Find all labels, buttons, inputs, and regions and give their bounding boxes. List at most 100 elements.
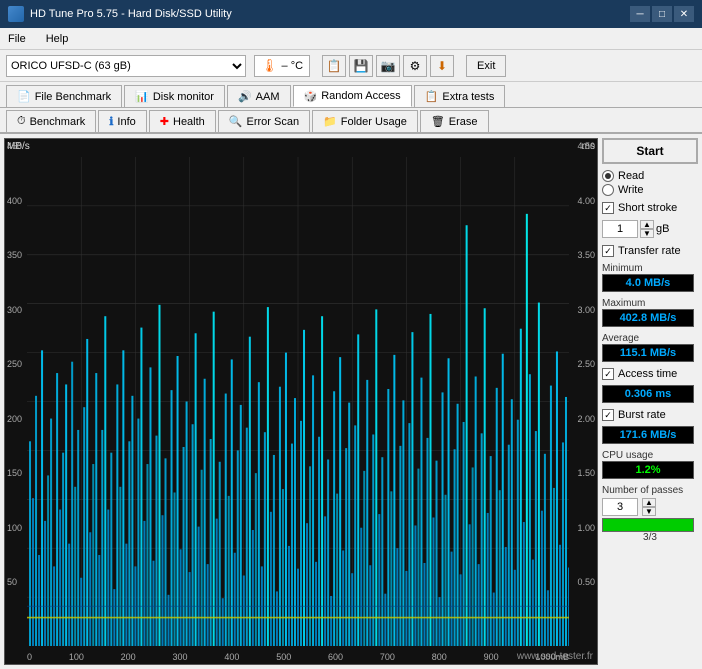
benchmark-icon: ⏱ [17, 115, 26, 128]
transfer-rate-checkbox[interactable]: ✓ [602, 245, 614, 257]
access-time-value: 0.306 ms [602, 385, 694, 403]
burst-rate-value: 171.6 MB/s [602, 426, 694, 444]
error-scan-icon: 🔍 [229, 115, 243, 128]
write-radio[interactable]: Write [602, 184, 698, 196]
access-time-row: ✓ Access time [602, 368, 698, 380]
aam-label: AAM [256, 91, 280, 103]
short-stroke-up-arrow[interactable]: ▲ [640, 220, 654, 229]
tab-benchmark[interactable]: ⏱ Benchmark [6, 110, 96, 132]
tab-disk-monitor[interactable]: 📊 Disk monitor [124, 85, 225, 107]
folder-usage-label: Folder Usage [341, 116, 407, 128]
settings-icon-btn[interactable]: ⚙ [403, 55, 427, 77]
disk-select[interactable]: ORICO UFSD-C (63 gB) [6, 55, 246, 77]
benchmark-label: Benchmark [30, 116, 86, 128]
file-benchmark-label: File Benchmark [35, 91, 111, 103]
thermometer-icon: 🌡 [261, 58, 278, 74]
read-write-options: Read Write [602, 168, 698, 198]
x-axis-labels: 0 100 200 300 400 500 600 700 800 900 10… [27, 652, 569, 662]
extra-tests-label: Extra tests [442, 91, 494, 103]
cpu-usage-label: CPU usage [602, 450, 698, 461]
short-stroke-unit: gB [656, 223, 669, 235]
burst-rate-row: ✓ Burst rate [602, 409, 698, 421]
average-value: 115.1 MB/s [602, 344, 694, 362]
progress-label: 3/3 [602, 532, 698, 543]
watermark: www.ssd-tester.fr [517, 651, 593, 662]
progress-bar-container [602, 518, 694, 532]
close-button[interactable]: ✕ [674, 6, 694, 22]
maximum-value: 402.8 MB/s [602, 309, 694, 327]
minimum-label: Minimum [602, 263, 698, 274]
file-benchmark-icon: 📄 [17, 90, 31, 103]
tab-aam[interactable]: 🔊 AAM [227, 85, 291, 107]
short-stroke-label: Short stroke [618, 202, 677, 214]
short-stroke-down-arrow[interactable]: ▼ [640, 229, 654, 238]
access-time-checkbox[interactable]: ✓ [602, 368, 614, 380]
minimum-value: 4.0 MB/s [602, 274, 694, 292]
cpu-usage-block: CPU usage 1.2% [602, 450, 698, 479]
maximize-button[interactable]: □ [652, 6, 672, 22]
file-menu[interactable]: File [4, 31, 30, 47]
disk-icon-btn[interactable]: 💾 [349, 55, 373, 77]
error-scan-label: Error Scan [247, 116, 300, 128]
erase-label: Erase [449, 116, 478, 128]
progress-bar-fill [603, 519, 693, 531]
right-panel: Start Read Write ✓ Short stroke ▲ ▼ gB [602, 134, 702, 669]
write-label: Write [618, 184, 643, 196]
read-radio-circle [602, 170, 614, 182]
short-stroke-spinner: ▲ ▼ gB [602, 220, 698, 238]
minimize-button[interactable]: ─ [630, 6, 650, 22]
read-label: Read [618, 170, 644, 182]
info-label: Info [117, 116, 135, 128]
y-axis-right: 4.50 4.00 3.50 3.00 2.50 2.00 1.50 1.00 … [577, 139, 595, 644]
info-icon-btn[interactable]: 📋 [322, 55, 346, 77]
exit-button[interactable]: Exit [466, 55, 506, 77]
random-access-icon: 🎲 [304, 90, 318, 103]
tab-info[interactable]: ℹ Info [98, 110, 147, 132]
short-stroke-row: ✓ Short stroke [602, 202, 698, 214]
camera-icon-btn[interactable]: 📷 [376, 55, 400, 77]
access-time-label: Access time [618, 368, 677, 380]
passes-input[interactable] [602, 498, 638, 516]
tab-extra-tests[interactable]: 📋 Extra tests [414, 85, 506, 107]
main-content: MB/s ms 450 400 350 300 250 200 150 100 … [0, 134, 702, 669]
short-stroke-checkbox[interactable]: ✓ [602, 202, 614, 214]
health-icon: ✚ [160, 115, 169, 128]
chart-area: MB/s ms 450 400 350 300 250 200 150 100 … [4, 138, 598, 665]
short-stroke-input[interactable] [602, 220, 638, 238]
maximum-block: Maximum 402.8 MB/s [602, 298, 698, 327]
aam-icon: 🔊 [238, 90, 252, 103]
tab-error-scan[interactable]: 🔍 Error Scan [218, 110, 310, 132]
temperature-value: – °C [282, 60, 304, 72]
tab-folder-usage[interactable]: 📁 Folder Usage [312, 110, 418, 132]
health-label: Health [173, 116, 205, 128]
passes-spinner: ▲ ▼ [602, 498, 698, 516]
disk-monitor-icon: 📊 [135, 90, 149, 103]
burst-rate-checkbox[interactable]: ✓ [602, 409, 614, 421]
tab-file-benchmark[interactable]: 📄 File Benchmark [6, 85, 122, 107]
tab-health[interactable]: ✚ Health [149, 110, 216, 132]
title-bar: HD Tune Pro 5.75 - Hard Disk/SSD Utility… [0, 0, 702, 28]
passes-label: Number of passes [602, 485, 698, 496]
tab-erase[interactable]: 🗑 Erase [420, 110, 489, 132]
transfer-rate-label: Transfer rate [618, 245, 681, 257]
passes-down-arrow[interactable]: ▼ [642, 507, 656, 516]
chart-svg [27, 157, 569, 646]
random-access-label: Random Access [321, 90, 400, 102]
average-label: Average [602, 333, 698, 344]
average-block: Average 115.1 MB/s [602, 333, 698, 362]
title-text: HD Tune Pro 5.75 - Hard Disk/SSD Utility [30, 8, 232, 20]
maximum-label: Maximum [602, 298, 698, 309]
temperature-display: 🌡 – °C [254, 55, 310, 77]
extra-tests-icon: 📋 [425, 90, 439, 103]
cpu-usage-value: 1.2% [602, 461, 694, 479]
tab-random-access[interactable]: 🎲 Random Access [293, 85, 412, 107]
help-menu[interactable]: Help [42, 31, 73, 47]
disk-monitor-label: Disk monitor [153, 91, 214, 103]
start-button[interactable]: Start [602, 138, 698, 164]
erase-icon: 🗑 [431, 115, 445, 128]
passes-up-arrow[interactable]: ▲ [642, 498, 656, 507]
read-radio[interactable]: Read [602, 170, 698, 182]
burst-rate-label: Burst rate [618, 409, 666, 421]
menu-bar: File Help [0, 28, 702, 50]
download-icon-btn[interactable]: ⬇ [430, 55, 454, 77]
